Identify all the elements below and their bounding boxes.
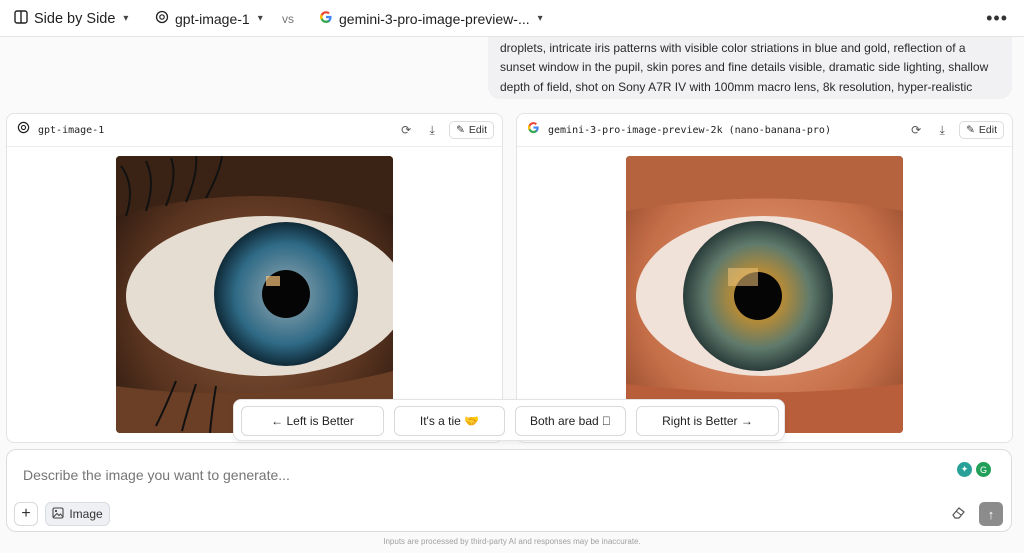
chevron-down-icon: ▾ (257, 13, 263, 24)
both-bad-button[interactable]: Both are bad ⃠ (515, 406, 626, 436)
disclaimer-text: Inputs are processed by third-party AI a… (383, 537, 641, 546)
plus-icon: + (21, 505, 31, 522)
download-icon[interactable]: ⤓ (421, 123, 443, 138)
panel-header: gpt-image-1 ⟳ ⤓ ✎ Edit (7, 114, 502, 147)
google-icon (527, 121, 540, 139)
generated-image-left[interactable] (116, 156, 393, 433)
regenerate-icon[interactable]: ⟳ (905, 123, 927, 137)
grammarly-icon[interactable]: G (976, 462, 991, 477)
pencil-icon: ✎ (456, 124, 465, 136)
extension-icons: ✦ G (957, 462, 991, 477)
top-bar: Side by Side ▾ gpt-image-1 ▾ vs gemini-3… (0, 0, 1024, 37)
download-icon[interactable]: ⤓ (931, 123, 953, 138)
mode-label: Side by Side (34, 10, 116, 27)
arrow-up-icon: ↑ (987, 506, 995, 522)
chevron-down-icon: ▾ (123, 13, 129, 24)
edit-button[interactable]: ✎ Edit (449, 121, 494, 139)
split-view-icon (14, 9, 28, 28)
add-button[interactable]: + (14, 502, 38, 526)
pencil-icon: ✎ (966, 124, 975, 136)
right-is-better-button[interactable]: Right is Better → (636, 406, 779, 436)
edit-label: Edit (468, 124, 487, 136)
extension-bulb-icon[interactable]: ✦ (957, 462, 972, 477)
vs-label: vs (282, 11, 294, 26)
tie-button[interactable]: It's a tie 🤝 (394, 406, 505, 436)
image-button-label: Image (69, 507, 103, 521)
prompt-input[interactable] (23, 467, 923, 483)
edit-button[interactable]: ✎ Edit (959, 121, 1004, 139)
user-prompt-bubble: droplets, intricate iris patterns with v… (488, 37, 1012, 99)
left-is-better-button[interactable]: ← Left is Better (241, 406, 384, 436)
openai-icon (17, 121, 30, 139)
model-right-selector[interactable]: gemini-3-pro-image-preview-... ▾ (319, 0, 543, 37)
eraser-icon[interactable] (951, 505, 967, 522)
chevron-down-icon: ▾ (537, 13, 543, 24)
edit-label: Edit (978, 124, 997, 136)
image-icon (52, 506, 64, 522)
regenerate-icon[interactable]: ⟳ (395, 123, 417, 137)
model-right-label: gemini-3-pro-image-preview-... (339, 10, 530, 27)
openai-icon (155, 10, 169, 27)
more-options-icon[interactable]: ••• (986, 0, 1008, 37)
model-left-selector[interactable]: gpt-image-1 ▾ (155, 0, 263, 37)
send-button[interactable]: ↑ (979, 502, 1003, 526)
panel-model-name: gpt-image-1 (38, 124, 105, 136)
image-mode-button[interactable]: Image (45, 502, 110, 526)
model-left-label: gpt-image-1 (175, 10, 250, 27)
left-result-panel: gpt-image-1 ⟳ ⤓ ✎ Edit (6, 113, 503, 443)
vote-bar: ← Left is Better It's a tie 🤝 Both are b… (233, 399, 785, 441)
prompt-input-box: ✦ G + Image ↑ (6, 449, 1012, 532)
generated-image-right[interactable] (626, 156, 903, 433)
panel-header: gemini-3-pro-image-preview-2k (nano-bana… (517, 114, 1012, 147)
mode-selector[interactable]: Side by Side ▾ (14, 0, 128, 37)
right-result-panel: gemini-3-pro-image-preview-2k (nano-bana… (516, 113, 1013, 443)
google-icon (319, 10, 333, 27)
panel-model-name: gemini-3-pro-image-preview-2k (nano-bana… (548, 124, 831, 136)
